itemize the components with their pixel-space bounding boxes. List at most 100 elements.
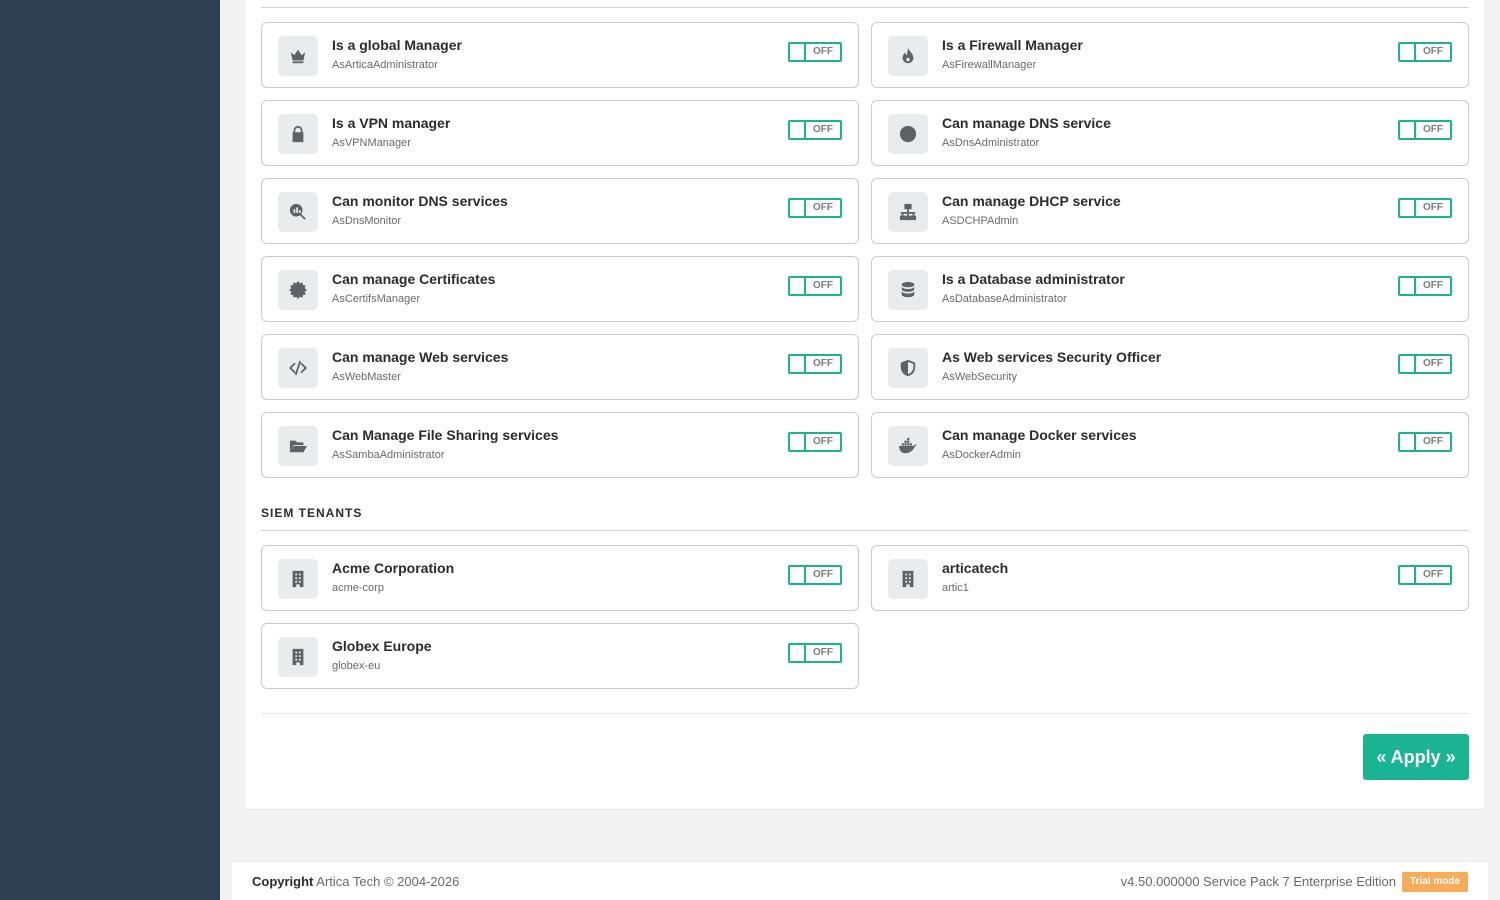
toggle-switch[interactable]: OFF bbox=[788, 276, 842, 296]
toggle-state: OFF bbox=[1423, 280, 1443, 291]
sidebar bbox=[0, 0, 220, 900]
divider bbox=[261, 713, 1469, 714]
card-title: As Web services Security Officer bbox=[942, 349, 1162, 365]
card-subtitle: AsDockerAdmin bbox=[942, 449, 1021, 461]
permission-card: articatech artic1 OFF bbox=[871, 545, 1469, 611]
code-icon bbox=[278, 348, 318, 388]
building-icon bbox=[888, 559, 928, 599]
toggle-knob bbox=[790, 434, 806, 450]
magnify-chart-icon bbox=[278, 192, 318, 232]
card-title: Can Manage File Sharing services bbox=[332, 427, 559, 443]
permission-card: Can manage Web services AsWebMaster OFF bbox=[261, 334, 859, 400]
lock-icon bbox=[278, 114, 318, 154]
building-icon bbox=[278, 559, 318, 599]
toggle-switch[interactable]: OFF bbox=[1398, 42, 1452, 62]
card-title: Globex Europe bbox=[332, 638, 432, 654]
crown-icon bbox=[278, 36, 318, 76]
card-subtitle: AsSambaAdministrator bbox=[332, 449, 445, 461]
toggle-switch[interactable]: OFF bbox=[788, 42, 842, 62]
toggle-switch[interactable]: OFF bbox=[1398, 276, 1452, 296]
apply-button[interactable]: « Apply » bbox=[1363, 734, 1469, 780]
card-subtitle: globex-eu bbox=[332, 660, 381, 672]
toggle-knob bbox=[1400, 200, 1416, 216]
footer-version: v4.50.000000 Service Pack 7 Enterprise E… bbox=[1120, 874, 1396, 889]
card-title: Is a Firewall Manager bbox=[942, 37, 1083, 53]
section-title-siem: SIEM TENANTS bbox=[261, 506, 363, 520]
footer: Copyright Artica Tech © 2004-2026 v4.50.… bbox=[232, 861, 1488, 900]
toggle-knob bbox=[790, 356, 806, 372]
card-title: Can manage Docker services bbox=[942, 427, 1137, 443]
permission-card: Can manage DHCP service ASDCHPAdmin OFF bbox=[871, 178, 1469, 244]
toggle-state: OFF bbox=[813, 569, 833, 580]
permission-card: Is a Firewall Manager AsFirewallManager OF… bbox=[871, 22, 1469, 88]
divider bbox=[261, 7, 1469, 8]
card-title: Is a VPN manager bbox=[332, 115, 451, 131]
toggle-knob bbox=[1400, 434, 1416, 450]
toggle-switch[interactable]: OFF bbox=[1398, 432, 1452, 452]
toggle-knob bbox=[790, 122, 806, 138]
folder-open-icon bbox=[278, 426, 318, 466]
toggle-switch[interactable]: OFF bbox=[1398, 198, 1452, 218]
footer-copyright: Copyright Artica Tech © 2004-2026 bbox=[252, 874, 459, 889]
card-subtitle: AsVPNManager bbox=[332, 137, 411, 149]
card-title: Is a Database administrator bbox=[942, 271, 1125, 287]
permission-card: Can manage DNS service AsDnsAdministrator… bbox=[871, 100, 1469, 166]
toggle-knob bbox=[1400, 278, 1416, 294]
globe-icon bbox=[888, 114, 928, 154]
toggle-state: OFF bbox=[813, 358, 833, 369]
permission-card: Acme Corporation acme-corp OFF bbox=[261, 545, 859, 611]
card-subtitle: ASDCHPAdmin bbox=[942, 215, 1019, 227]
toggle-switch[interactable]: OFF bbox=[788, 643, 842, 663]
toggle-state: OFF bbox=[1423, 202, 1443, 213]
shield-icon bbox=[888, 348, 928, 388]
permission-card: As Web services Security Officer AsWebSec… bbox=[871, 334, 1469, 400]
card-subtitle: AsDnsAdministrator bbox=[942, 137, 1040, 149]
card-title: Can manage DNS service bbox=[942, 115, 1111, 131]
toggle-state: OFF bbox=[1423, 358, 1443, 369]
toggle-switch[interactable]: OFF bbox=[788, 432, 842, 452]
toggle-switch[interactable]: OFF bbox=[788, 198, 842, 218]
toggle-state: OFF bbox=[813, 202, 833, 213]
card-subtitle: AsDatabaseAdministrator bbox=[942, 293, 1067, 305]
permission-card: Is a Database administrator AsDatabaseAdm… bbox=[871, 256, 1469, 322]
toggle-switch[interactable]: OFF bbox=[1398, 354, 1452, 374]
toggle-switch[interactable]: OFF bbox=[788, 354, 842, 374]
toggle-knob bbox=[790, 567, 806, 583]
card-title: Is a global Manager bbox=[332, 37, 462, 53]
docker-icon bbox=[888, 426, 928, 466]
toggle-switch[interactable]: OFF bbox=[1398, 120, 1452, 140]
permission-card: Is a VPN manager AsVPNManager OFF bbox=[261, 100, 859, 166]
card-title: articatech bbox=[942, 560, 1009, 576]
toggle-knob bbox=[790, 645, 806, 661]
certificate-icon bbox=[278, 270, 318, 310]
card-subtitle: AsDnsMonitor bbox=[332, 215, 402, 227]
toggle-knob bbox=[790, 44, 806, 60]
toggle-switch[interactable]: OFF bbox=[788, 565, 842, 585]
card-subtitle: AsWebSecurity bbox=[942, 371, 1017, 383]
card-subtitle: AsCertifsManager bbox=[332, 293, 421, 305]
permission-card: Can monitor DNS services AsDnsMonitor OFF bbox=[261, 178, 859, 244]
card-subtitle: AsWebMaster bbox=[332, 371, 401, 383]
card-subtitle: acme-corp bbox=[332, 582, 384, 594]
card-subtitle: AsFirewallManager bbox=[942, 59, 1037, 71]
toggle-state: OFF bbox=[813, 647, 833, 658]
toggle-state: OFF bbox=[1423, 569, 1443, 580]
card-title: Can manage Certificates bbox=[332, 271, 496, 287]
permission-card: Can manage Docker services AsDockerAdmin O… bbox=[871, 412, 1469, 478]
card-subtitle: AsArticaAdministrator bbox=[332, 59, 438, 71]
copyright-label: Copyright bbox=[252, 874, 314, 889]
card-title: Can manage DHCP service bbox=[942, 193, 1121, 209]
permission-card: Is a global Manager AsArticaAdministrator… bbox=[261, 22, 859, 88]
trial-badge: Trial mode bbox=[1401, 872, 1468, 892]
toggle-knob bbox=[1400, 122, 1416, 138]
toggle-knob bbox=[1400, 44, 1416, 60]
card-title: Acme Corporation bbox=[332, 560, 455, 576]
divider bbox=[261, 530, 1469, 531]
toggle-switch[interactable]: OFF bbox=[1398, 565, 1452, 585]
toggle-switch[interactable]: OFF bbox=[788, 120, 842, 140]
toggle-state: OFF bbox=[1423, 46, 1443, 57]
toggle-state: OFF bbox=[1423, 124, 1443, 135]
toggle-state: OFF bbox=[813, 280, 833, 291]
building-icon bbox=[278, 637, 318, 677]
network-icon bbox=[888, 192, 928, 232]
